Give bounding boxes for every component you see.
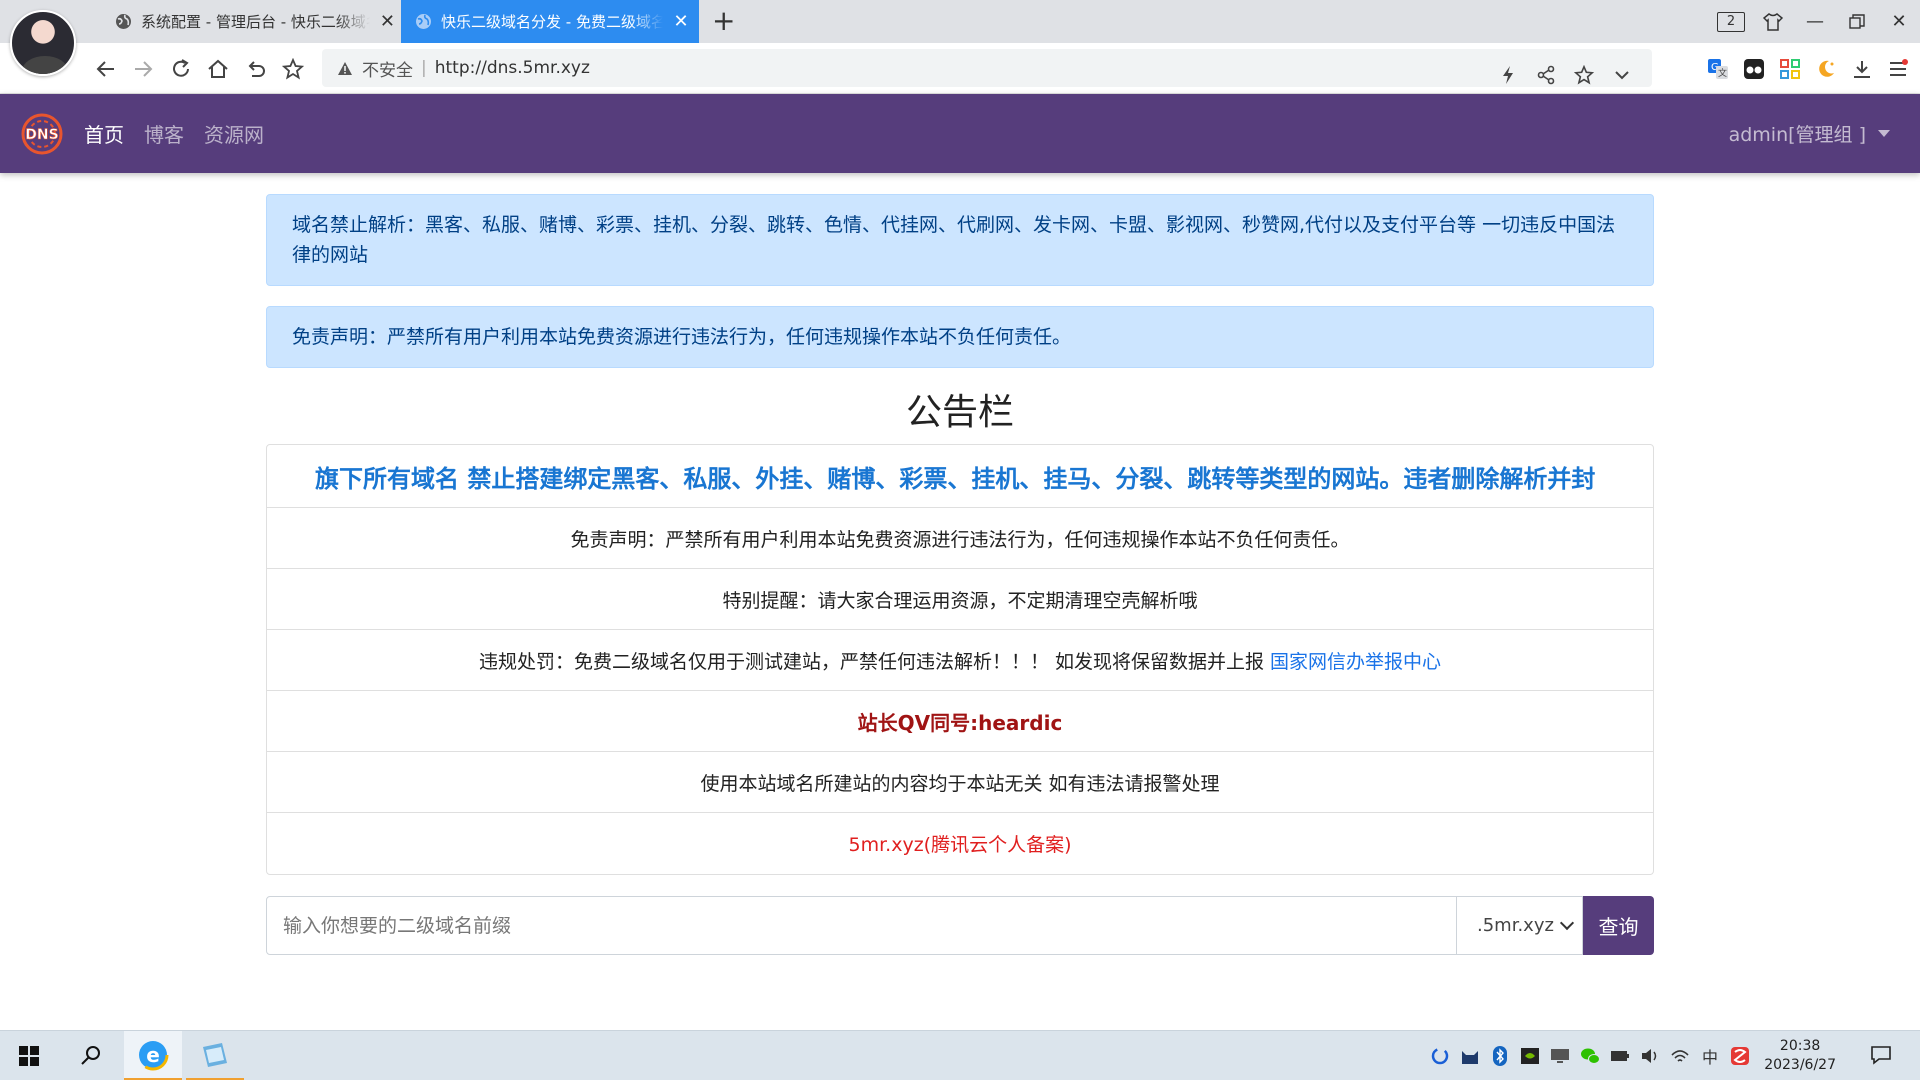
close-tab-icon[interactable]: ✕ — [673, 11, 689, 32]
board-title: 公告栏 — [905, 392, 1014, 433]
caret-down-icon — [1878, 130, 1890, 137]
skin-icon[interactable] — [1752, 0, 1794, 43]
wechat-icon[interactable] — [1580, 1046, 1600, 1066]
system-clock[interactable]: 20:38 2023/6/27 — [1764, 1037, 1836, 1075]
favorite-star-icon[interactable] — [1572, 63, 1596, 87]
suffix-select[interactable]: .5mr.xyz — [1457, 896, 1583, 955]
contact-text: 站长QV同号:heardic — [857, 710, 1063, 735]
notice-beian: 5mr.xyz(腾讯云个人备案) — [267, 813, 1653, 874]
chevron-down-icon[interactable] — [1610, 63, 1634, 87]
apps-grid-icon[interactable] — [1778, 57, 1802, 81]
back-icon[interactable] — [88, 43, 124, 94]
minimize-icon[interactable]: — — [1794, 0, 1836, 43]
ban-notice-alert: 域名禁止解析：黑客、私服、赌博、彩票、挂机、分裂、跳转、色情、代挂网、代刷网、发… — [266, 194, 1654, 286]
nav-blog[interactable]: 博客 — [144, 119, 184, 148]
globe-icon — [115, 13, 132, 30]
dns-logo-icon[interactable]: DNS — [20, 112, 64, 156]
new-tab-button[interactable]: + — [712, 6, 735, 36]
query-button[interactable]: 查询 — [1583, 896, 1654, 955]
browser-tab-admin[interactable]: 系统配置 - 管理后台 - 快乐二级域名分发 ✕ — [115, 0, 395, 43]
clock-time: 20:38 — [1779, 1038, 1821, 1054]
forward-icon[interactable] — [125, 43, 161, 94]
beian-text: 5mr.xyz(腾讯云个人备案) — [848, 834, 1072, 856]
browser-app-icon[interactable]: e — [124, 1031, 182, 1080]
download-icon[interactable] — [1850, 57, 1874, 81]
wifi-icon[interactable] — [1670, 1046, 1690, 1066]
home-icon[interactable] — [200, 43, 236, 94]
url-text[interactable]: http://dns.5mr.xyz — [435, 58, 590, 78]
lightning-icon[interactable] — [1496, 63, 1520, 87]
tab-count: 2 — [1717, 11, 1745, 32]
windows-start-icon[interactable] — [0, 1031, 58, 1080]
input-method-icon[interactable]: 中 — [1700, 1046, 1720, 1067]
browser-toolbar: 不安全 | http://dns.5mr.xyz G文 — [0, 43, 1920, 94]
bookmark-star-icon[interactable] — [275, 43, 311, 94]
tab-title: 系统配置 - 管理后台 - 快乐二级域名分发 — [141, 13, 370, 31]
volume-icon[interactable] — [1640, 1046, 1660, 1066]
user-avatar[interactable] — [10, 10, 76, 76]
user-dropdown[interactable]: admin[管理组 ] — [1729, 94, 1890, 173]
notice-liability: 使用本站域名所建站的内容均于本站无关 如有违法请报警处理 — [267, 752, 1653, 813]
svg-text:文: 文 — [1718, 67, 1727, 79]
notice-reminder: 特别提醒：请大家合理运用资源，不定期清理空壳解析哦 — [267, 569, 1653, 630]
windows-taskbar: e 中 20:38 2023/6/27 — [0, 1030, 1920, 1080]
tab-count-button[interactable]: 2 — [1710, 0, 1752, 43]
notification-icon[interactable] — [1870, 1044, 1892, 1070]
chevron-down-icon — [1559, 915, 1575, 930]
main-container: 域名禁止解析：黑客、私服、赌博、彩票、挂机、分裂、跳转、色情、代挂网、代刷网、发… — [266, 194, 1654, 955]
warning-icon[interactable] — [336, 59, 354, 77]
scrolling-notice: 旗下所有域名 禁止搭建绑定黑客、私服、外挂、赌博、彩票、挂机、挂马、分裂、跳转等… — [267, 445, 1653, 508]
browser-tab-strip: 系统配置 - 管理后台 - 快乐二级域名分发 ✕ 快乐二级域名分发 - 免费二级… — [0, 0, 1920, 43]
clock-date: 2023/6/27 — [1764, 1057, 1836, 1073]
tampermonkey-icon[interactable] — [1742, 57, 1766, 81]
sync-circle-icon[interactable] — [1430, 1046, 1450, 1066]
share-icon[interactable] — [1534, 63, 1558, 87]
report-center-link[interactable]: 国家网信办举报中心 — [1270, 647, 1441, 674]
nvidia-icon[interactable] — [1520, 1046, 1540, 1066]
address-separator: | — [421, 58, 427, 78]
penalty-text: 违规处罚：免费二级域名仅用于测试建站，严禁任何违法解析！！！ 如发现将保留数据并… — [478, 650, 1265, 673]
browser-tab-dns[interactable]: 快乐二级域名分发 - 免费二级域名 ✕ — [401, 0, 699, 43]
reload-icon[interactable] — [163, 43, 199, 94]
svg-text:DNS: DNS — [25, 127, 58, 143]
system-tray: 中 — [1430, 1031, 1750, 1080]
display-icon[interactable] — [1550, 1046, 1570, 1066]
cat-app-icon[interactable] — [1460, 1046, 1480, 1066]
battery-icon[interactable] — [1610, 1046, 1630, 1066]
domain-query-form: .5mr.xyz 查询 — [266, 896, 1654, 955]
nav-resources[interactable]: 资源网 — [204, 119, 264, 148]
restore-icon[interactable] — [1836, 0, 1878, 43]
wps-icon[interactable] — [1730, 1046, 1750, 1066]
globe-icon — [415, 13, 432, 30]
user-name: admin[管理组 ] — [1728, 124, 1866, 146]
notice-contact: 站长QV同号:heardic — [267, 691, 1653, 752]
disclaimer-alert: 免责声明：严禁所有用户利用本站免费资源进行违法行为，任何违规操作本站不负任何责任… — [266, 306, 1654, 368]
address-bar[interactable]: 不安全 | http://dns.5mr.xyz — [322, 49, 1652, 87]
tab-title: 快乐二级域名分发 - 免费二级域名 — [441, 13, 663, 31]
bluetooth-icon[interactable] — [1490, 1046, 1510, 1066]
menu-icon[interactable] — [1886, 57, 1910, 81]
svg-text:e: e — [146, 1043, 160, 1067]
prefix-input[interactable] — [266, 896, 1457, 955]
notice-disclaimer: 免责声明：严禁所有用户利用本站免费资源进行违法行为，任何违规操作本站不负任何责任… — [267, 508, 1653, 569]
night-mode-icon[interactable] — [1814, 57, 1838, 81]
notice-list: 旗下所有域名 禁止搭建绑定黑客、私服、外挂、赌博、彩票、挂机、挂马、分裂、跳转等… — [266, 444, 1654, 875]
close-tab-icon[interactable]: ✕ — [380, 11, 395, 32]
notice-penalty: 违规处罚：免费二级域名仅用于测试建站，严禁任何违法解析！！！ 如发现将保留数据并… — [267, 630, 1653, 691]
site-navbar: DNS 首页 博客 资源网 admin[管理组 ] — [0, 94, 1920, 173]
translate-icon[interactable]: G文 — [1706, 57, 1730, 81]
search-icon[interactable] — [62, 1031, 120, 1080]
nav-home[interactable]: 首页 — [84, 119, 124, 148]
scrolling-notice-text: 旗下所有域名 禁止搭建绑定黑客、私服、外挂、赌博、彩票、挂机、挂马、分裂、跳转等… — [315, 464, 1596, 493]
security-label[interactable]: 不安全 — [362, 56, 413, 81]
close-window-icon[interactable]: ✕ — [1878, 0, 1920, 43]
undo-close-icon[interactable] — [238, 43, 274, 94]
suffix-value: .5mr.xyz — [1477, 915, 1554, 936]
file-app-icon[interactable] — [186, 1031, 244, 1080]
